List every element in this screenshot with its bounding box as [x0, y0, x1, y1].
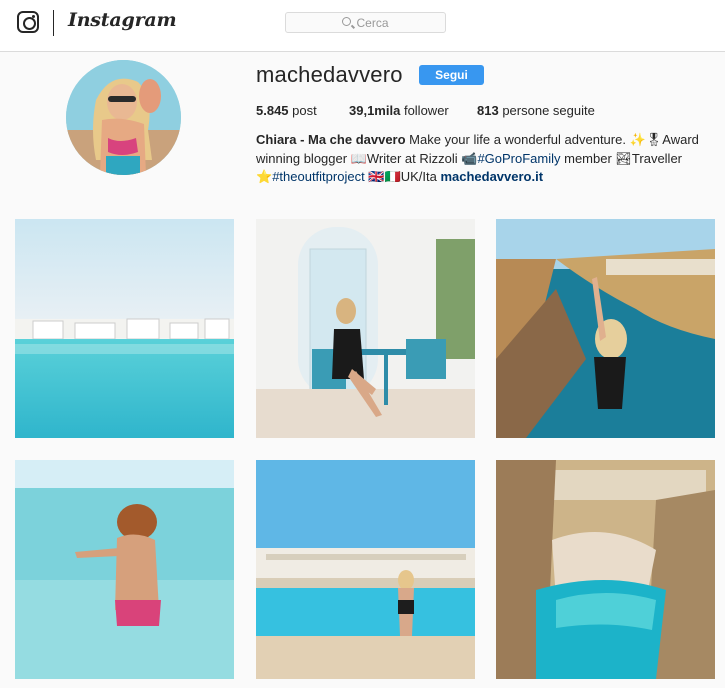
top-navigation-bar: Instagram Cerca	[0, 0, 725, 52]
logo-divider	[53, 10, 54, 36]
bio-full-name: Chiara - Ma che davvero	[256, 132, 406, 147]
posts-count: 5.845	[256, 103, 289, 118]
profile-avatar[interactable]	[66, 60, 181, 175]
following-stat[interactable]: 813 persone seguite	[477, 103, 595, 118]
followers-label: follower	[403, 103, 449, 118]
search-icon	[342, 17, 352, 26]
followers-stat[interactable]: 39,1mila follower	[349, 103, 449, 118]
search-input[interactable]: Cerca	[285, 12, 446, 33]
post-thumbnail-5[interactable]	[256, 460, 475, 679]
following-count: 813	[477, 103, 499, 118]
following-label: persone seguite	[502, 103, 595, 118]
profile-bio: Chiara - Ma che davvero Make your life a…	[256, 131, 701, 187]
post-thumbnail-2[interactable]	[256, 219, 475, 438]
bio-hashtag-theoutfitproject[interactable]: #theoutfitproject	[272, 169, 365, 184]
instagram-wordmark[interactable]: Instagram	[68, 9, 177, 31]
instagram-camera-icon[interactable]	[17, 11, 39, 33]
followers-count: 39,1mila	[349, 103, 401, 118]
post-thumbnail-1[interactable]	[15, 219, 234, 438]
post-thumbnail-6[interactable]	[496, 460, 715, 679]
post-thumbnail-3[interactable]	[496, 219, 715, 438]
bio-website-link[interactable]: machedavvero.it	[440, 169, 543, 184]
bio-text-3: 🇬🇧🇮🇹UK/Ita	[364, 169, 441, 184]
posts-stat: 5.845 post	[256, 103, 317, 118]
bio-hashtag-goprofamily[interactable]: #GoProFamily	[477, 151, 560, 166]
profile-username: machedavvero	[256, 62, 403, 87]
search-placeholder: Cerca	[356, 15, 389, 30]
posts-label: post	[292, 103, 317, 118]
post-thumbnail-4[interactable]	[15, 460, 234, 679]
follow-button[interactable]: Segui	[419, 65, 484, 85]
